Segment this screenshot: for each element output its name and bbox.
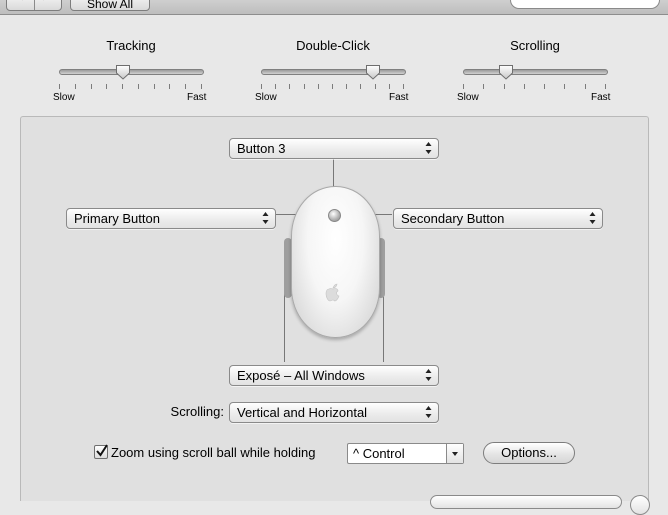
slider-tick <box>564 84 565 89</box>
left-button-popup[interactable]: Primary Button <box>66 208 276 229</box>
slider-min-label: Slow <box>457 92 479 103</box>
options-button[interactable]: Options... <box>483 442 575 464</box>
top-button-popup[interactable]: Button 3 <box>229 138 439 159</box>
slider-tick <box>483 84 484 89</box>
slider-track[interactable] <box>261 69 406 75</box>
slider-tick <box>261 84 262 89</box>
slider-tick <box>524 84 525 89</box>
slider-tick <box>504 84 505 89</box>
slider-tick <box>463 84 464 89</box>
bottom-button[interactable] <box>430 495 622 509</box>
back-arrow-icon[interactable]: ◀ <box>15 0 23 2</box>
updown-arrows-icon <box>425 142 432 154</box>
back-forward-buttons[interactable]: ◀ ▶ <box>6 0 62 11</box>
slider-tick <box>544 84 545 89</box>
combo-dropdown-button[interactable] <box>446 444 463 463</box>
slider-tick <box>201 84 202 89</box>
slider-title: Double-Click <box>296 38 370 53</box>
slider-tick <box>106 84 107 89</box>
slider-thumb[interactable] <box>365 64 381 80</box>
help-button[interactable] <box>630 495 650 515</box>
chevron-down-icon <box>452 452 458 456</box>
slider-tick <box>91 84 92 89</box>
popup-label: Vertical and Horizontal <box>237 405 368 420</box>
slider-tick <box>289 84 290 89</box>
slider-tick <box>59 84 60 89</box>
updown-arrows-icon <box>425 369 432 381</box>
slider-thumb[interactable] <box>498 64 514 80</box>
slider-tick <box>185 84 186 89</box>
slider-max-label: Fast <box>389 92 409 103</box>
updown-arrows-icon <box>589 212 596 224</box>
slider-tick <box>585 84 586 89</box>
popup-label: Exposé – All Windows <box>237 368 365 383</box>
updown-arrows-icon <box>262 212 269 224</box>
slider-tick <box>346 84 347 89</box>
zoom-label: Zoom using scroll ball while holding <box>111 445 316 460</box>
slider-title: Tracking <box>106 38 156 53</box>
slider-track[interactable] <box>59 69 204 75</box>
slider-tick <box>275 84 276 89</box>
popup-label: Button 3 <box>237 141 286 156</box>
show-all-button[interactable]: Show All <box>70 0 150 11</box>
modifier-key-combo[interactable]: ^ Control <box>347 443 464 464</box>
checkmark-icon <box>96 444 108 457</box>
divider <box>34 0 35 10</box>
search-field[interactable] <box>510 0 660 9</box>
left-side-connector-line <box>284 292 285 362</box>
slider-track[interactable] <box>463 69 608 75</box>
slider-tick <box>375 84 376 89</box>
slider-max-label: Fast <box>591 92 611 103</box>
modifier-value: ^ Control <box>353 446 405 461</box>
updown-arrows-icon <box>425 406 432 418</box>
slider-tick <box>169 84 170 89</box>
slider-max-label: Fast <box>187 92 207 103</box>
slider-min-label: Slow <box>53 92 75 103</box>
slider-tick <box>605 84 606 89</box>
popup-label: Secondary Button <box>401 211 505 226</box>
slider-tick <box>75 84 76 89</box>
slider-tick <box>403 84 404 89</box>
scroll-ball <box>328 209 341 222</box>
slider-tick <box>332 84 333 89</box>
slider-tick <box>318 84 319 89</box>
slider-tick <box>389 84 390 89</box>
scrolling-label: Scrolling: <box>170 404 224 419</box>
bottom-button-popup[interactable]: Exposé – All Windows <box>229 365 439 386</box>
right-button-popup[interactable]: Secondary Button <box>393 208 603 229</box>
slider-ticks <box>463 84 606 90</box>
right-side-connector-line <box>383 292 384 362</box>
slider-ticks <box>59 84 202 90</box>
slider-ticks <box>261 84 404 90</box>
slider-tick <box>360 84 361 89</box>
slider-min-label: Slow <box>255 92 277 103</box>
zoom-checkbox[interactable] <box>94 444 108 459</box>
popup-label: Primary Button <box>74 211 160 226</box>
slider-tick <box>154 84 155 89</box>
slider-tick <box>138 84 139 89</box>
slider-tick <box>304 84 305 89</box>
slider-thumb[interactable] <box>115 64 131 80</box>
slider-title: Scrolling <box>510 38 560 53</box>
apple-logo-icon <box>325 283 340 302</box>
forward-arrow-icon[interactable]: ▶ <box>43 0 51 2</box>
slider-tick <box>122 84 123 89</box>
scrolling-popup[interactable]: Vertical and Horizontal <box>229 402 439 423</box>
